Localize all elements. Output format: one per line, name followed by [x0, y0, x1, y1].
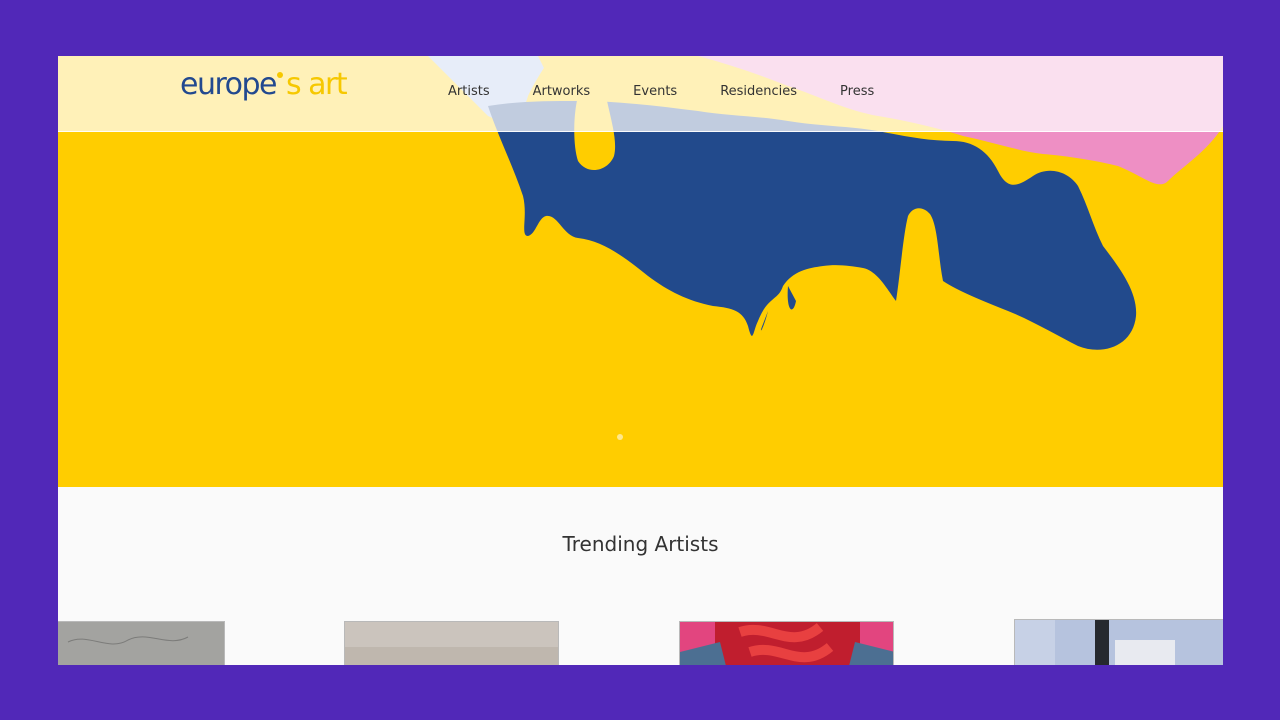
artwork-image [680, 622, 893, 665]
artist-thumbnail[interactable] [679, 621, 894, 665]
slider-indicator-dot[interactable] [617, 434, 623, 440]
website-frame: europe s art Artists Artworks Events Resi… [58, 56, 1223, 665]
logo-apostrophe-dot [277, 72, 283, 78]
nav-item-artworks[interactable]: Artworks [533, 84, 591, 99]
artwork-image [1015, 620, 1223, 665]
trending-artists-heading: Trending Artists [562, 532, 719, 556]
nav-item-events[interactable]: Events [633, 84, 677, 99]
site-logo[interactable]: europe s art [180, 67, 348, 102]
main-navigation: Artists Artworks Events Residencies Pres… [448, 84, 917, 99]
logo-word-art: s art [286, 67, 348, 102]
artwork-image [345, 622, 558, 665]
artist-thumbnail[interactable] [344, 621, 559, 665]
artwork-image [58, 622, 224, 665]
nav-item-press[interactable]: Press [840, 84, 874, 99]
artist-thumbnail[interactable] [1014, 619, 1223, 665]
nav-item-residencies[interactable]: Residencies [720, 84, 797, 99]
artist-thumbnail[interactable] [58, 621, 225, 665]
nav-item-artists[interactable]: Artists [448, 84, 490, 99]
header-navbar: europe s art Artists Artworks Events Resi… [58, 56, 1223, 132]
logo-word-europe: europe [180, 67, 278, 102]
